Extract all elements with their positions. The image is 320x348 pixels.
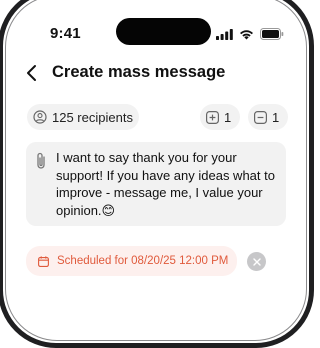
paperclip-icon[interactable] [35,151,47,171]
back-chevron-icon[interactable] [24,64,40,82]
recipients-pill[interactable]: 125 recipients [27,104,139,130]
close-icon [252,257,261,266]
status-time: 9:41 [50,25,81,42]
schedule-label: Scheduled for 08/20/25 12:00 PM [57,255,229,267]
status-icons [216,27,284,41]
schedule-chip[interactable]: Scheduled for 08/20/25 12:00 PM [26,246,237,276]
page-title: Create mass message [52,63,226,81]
remove-counter-pill[interactable]: 1 [248,104,288,130]
message-input[interactable]: I want to say thank you for your support… [26,142,286,226]
plus-square-icon [206,110,219,124]
wifi-icon [240,29,253,39]
signal-icon [216,28,233,40]
minus-square-icon [254,110,267,124]
user-circle-icon [33,110,47,124]
recipients-count: 125 recipients [52,109,133,125]
screen: 9:41 Create mass message 125 recipients … [0,0,312,312]
add-counter-pill[interactable]: 1 [200,104,240,130]
calendar-icon [38,255,49,267]
clear-schedule-button[interactable] [247,252,266,271]
remove-counter-value: 1 [272,109,280,125]
add-counter-value: 1 [224,109,232,125]
battery-icon [260,28,284,40]
dynamic-island [116,18,211,45]
message-text: I want to say thank you for your support… [56,150,275,218]
